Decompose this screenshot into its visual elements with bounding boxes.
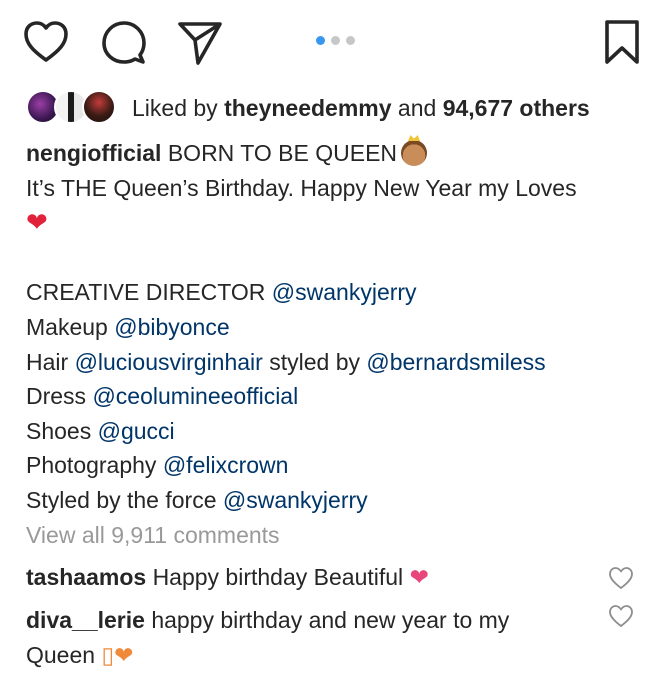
carousel-dot bbox=[331, 36, 340, 45]
caption-title: BORN TO BE QUEEN bbox=[167, 140, 398, 166]
likes-row: Liked by theyneedemmy and 94,677 others bbox=[26, 88, 590, 128]
credit-label: Hair bbox=[26, 348, 69, 375]
comment-text: happy birthday and new year to my bbox=[151, 607, 510, 633]
comment-like-heart-icon[interactable] bbox=[608, 566, 634, 590]
save-bookmark-icon[interactable] bbox=[600, 18, 644, 66]
share-paper-plane-icon[interactable] bbox=[176, 18, 224, 66]
mention-link[interactable]: @felixcrown bbox=[163, 452, 289, 478]
likes-prefix: Liked by bbox=[132, 94, 218, 121]
likes-connector: and bbox=[397, 94, 437, 121]
credit-label: Styled by the force bbox=[26, 486, 217, 513]
credit-label: CREATIVE DIRECTOR bbox=[26, 279, 266, 306]
like-heart-icon[interactable] bbox=[22, 18, 70, 66]
comment-item: diva__lerie happy birthday and new year … bbox=[26, 603, 606, 672]
heart-arrow-emoji-icon: ▯❤ bbox=[101, 641, 134, 668]
avatar bbox=[82, 90, 116, 124]
liker-username[interactable]: theyneedemmy bbox=[224, 95, 391, 122]
comment-text: Happy birthday Beautiful bbox=[152, 564, 404, 590]
likes-count[interactable]: 94,677 others bbox=[443, 95, 590, 122]
red-heart-emoji-icon: ❤ bbox=[26, 207, 48, 238]
liker-avatars[interactable] bbox=[26, 90, 122, 126]
comment-icon[interactable] bbox=[100, 18, 148, 66]
mention-link[interactable]: @gucci bbox=[98, 418, 175, 444]
carousel-dot-active bbox=[316, 36, 325, 45]
credit-label: Shoes bbox=[26, 417, 92, 444]
princess-emoji-icon bbox=[401, 140, 428, 166]
carousel-dot bbox=[346, 36, 355, 45]
caption-line: It’s THE Queen’s Birthday. Happy New Yea… bbox=[26, 174, 577, 201]
mention-link[interactable]: @swankyjerry bbox=[272, 279, 417, 305]
comment-username[interactable]: diva__lerie bbox=[26, 607, 145, 633]
caption-username[interactable]: nengiofficial bbox=[26, 140, 161, 166]
pink-heart-emoji-icon: ❤ bbox=[409, 564, 429, 590]
mention-link[interactable]: @swankyjerry bbox=[223, 487, 368, 513]
credit-label: Makeup bbox=[26, 313, 108, 340]
credit-connector: styled by bbox=[269, 348, 360, 375]
view-all-comments-link[interactable]: View all 9,911 comments bbox=[26, 522, 280, 549]
mention-link[interactable]: @luciousvirginhair bbox=[75, 349, 263, 375]
post-caption: nengiofficial BORN TO BE QUEEN It’s THE … bbox=[26, 136, 636, 518]
comment-username[interactable]: tashaamos bbox=[26, 564, 146, 590]
mention-link[interactable]: @ceolumineeofficial bbox=[92, 383, 298, 409]
credit-label: Photography bbox=[26, 452, 157, 479]
comment-item: tashaamos Happy birthday Beautiful ❤ bbox=[26, 560, 606, 595]
mention-link[interactable]: @bernardsmiless bbox=[366, 349, 545, 375]
carousel-indicator bbox=[316, 36, 355, 45]
comment-like-heart-icon[interactable] bbox=[608, 604, 634, 628]
post-action-bar bbox=[0, 0, 654, 80]
mention-link[interactable]: @bibyonce bbox=[114, 314, 229, 340]
comment-text: Queen bbox=[26, 641, 96, 668]
credit-label: Dress bbox=[26, 383, 87, 410]
